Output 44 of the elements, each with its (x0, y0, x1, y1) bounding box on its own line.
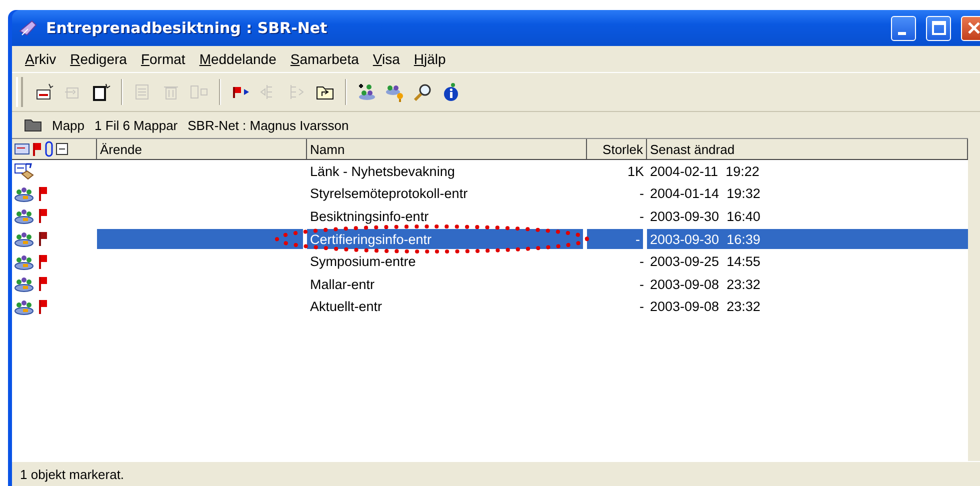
size-cell-text: 1K (626, 162, 645, 181)
size-cell: - (587, 229, 643, 250)
modified-cell-text: 2003-09-30 16:40 (649, 208, 762, 226)
column-header[interactable]: Storlek (587, 139, 647, 159)
column-header[interactable]: Namn (307, 139, 587, 159)
modified-cell-text: 2003-09-25 14:55 (649, 253, 762, 272)
list-row[interactable]: Certifieringsinfo-entr - 2003-09-30 16:39 (12, 228, 968, 250)
menu-item[interactable]: Hjälp (406, 51, 453, 67)
name-cell-text: Besiktningsinfo-entr (309, 208, 430, 226)
column-header[interactable]: Ärende (97, 139, 307, 159)
modified-cell: 2003-09-30 16:39 (647, 229, 968, 250)
menu-item[interactable]: Redigera (63, 51, 134, 67)
name-cell-text: Mallar-entr (309, 276, 376, 294)
menu-item[interactable]: Format (134, 51, 192, 67)
list-row[interactable]: Symposium-entre - 2003-09-25 14:55 (12, 250, 968, 273)
modified-cell-text: 2003-09-08 23:32 (649, 276, 762, 294)
name-cell-text: Länk - Nyhetsbevakning (309, 162, 456, 181)
name-cell-text: Styrelsemöteprotokoll-entr (309, 185, 469, 204)
size-cell-text: - (638, 298, 645, 316)
size-cell-text: - (638, 253, 645, 272)
item-count: 1 Fil 6 Mappar (94, 118, 178, 132)
list-row[interactable]: Besiktningsinfo-entr - 2003-09-30 16:40 (12, 205, 968, 228)
name-cell-text: Symposium-entre (309, 253, 417, 272)
name-cell-text: Aktuellt-entr (309, 298, 384, 316)
size-cell-text: - (638, 185, 645, 204)
location-path: SBR-Net : Magnus Ivarsson (188, 118, 349, 132)
menu-item[interactable]: Meddelande (192, 51, 284, 67)
size-cell-text: - (638, 208, 645, 226)
column-header[interactable]: Senast ändrad (647, 139, 968, 159)
modified-cell-text: 2004-02-11 19:22 (649, 162, 760, 181)
name-cell: Certifieringsinfo-entr (307, 229, 583, 250)
menu-item[interactable]: Samarbeta (283, 51, 366, 67)
modified-cell-text: 2003-09-08 23:32 (649, 298, 762, 316)
list-row[interactable]: Mallar-entr - 2003-09-08 23:32 (12, 272, 968, 296)
list-row[interactable]: Länk - Nyhetsbevakning 1K 2004-02-11 19:22 (12, 160, 968, 183)
list-row[interactable]: Styrelsemöteprotokoll-entr - 2004-01-14 19:32 (12, 182, 968, 206)
status-text: 1 objekt markerat. (20, 466, 124, 482)
location-type: Mapp (52, 118, 85, 132)
menu-item[interactable]: Arkiv (18, 51, 64, 67)
window-title: Entreprenadbesiktning : SBR-Net (46, 19, 328, 37)
size-cell-text: - (638, 276, 645, 294)
list-row[interactable]: Aktuellt-entr - 2003-09-08 23:32 (12, 296, 968, 318)
modified-cell-text: 2004-01-14 19:32 (649, 185, 762, 204)
menu-item[interactable]: Visa (366, 51, 407, 67)
